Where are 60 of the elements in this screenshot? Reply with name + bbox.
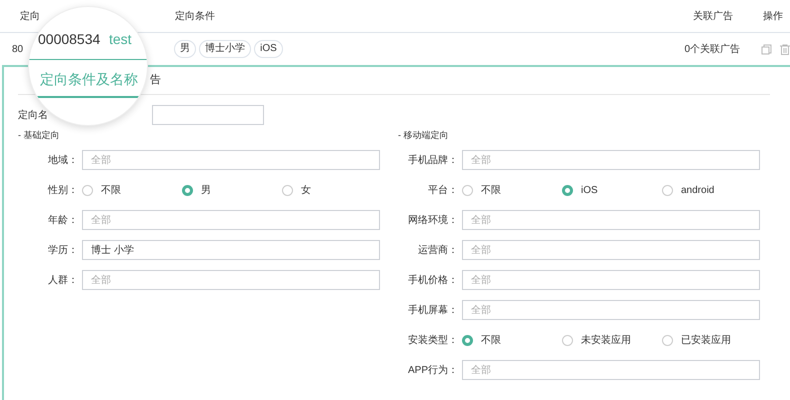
radio-button[interactable] (562, 334, 573, 346)
input-field[interactable]: 全部 (82, 150, 380, 170)
field-label: 手机价格： (407, 274, 458, 288)
table-cell-text: 0个关联广告 (684, 42, 742, 56)
radio-label: 不限 (101, 184, 121, 198)
input-field[interactable]: 全部 (462, 270, 760, 290)
radio-label: 女 (301, 184, 311, 198)
input-field[interactable]: 全部 (462, 210, 760, 230)
input-field[interactable]: 全部 (462, 300, 760, 320)
field-label: 安装类型： (407, 334, 458, 348)
copy-icon[interactable] (761, 44, 772, 54)
field-label: 地域： (47, 154, 78, 168)
radio-label: 不限 (481, 334, 501, 348)
radio-button[interactable] (462, 184, 473, 196)
section-title: - 基础定向 (18, 129, 60, 141)
field-label: 网络环境： (407, 214, 458, 228)
input-field[interactable]: 全部 (462, 240, 760, 260)
input-field[interactable]: 全部 (82, 270, 380, 290)
input-field[interactable]: 博士 小学 (82, 240, 380, 260)
radio-label: android (681, 184, 714, 198)
column-header: 定向 (20, 10, 41, 24)
radio-button[interactable] (462, 334, 473, 346)
field-label: 手机屏幕： (407, 304, 458, 318)
field-label: 人群： (47, 274, 78, 288)
tab[interactable]: 定向条件及名称 (34, 69, 144, 98)
column-header: 关联广告 (693, 10, 734, 24)
tag: iOS (254, 40, 283, 58)
field-label: 定向名 (18, 108, 48, 122)
tag: 男 (174, 40, 196, 58)
input-field[interactable]: 全部 (462, 360, 760, 380)
column-header: 定向条件 (175, 10, 216, 24)
section-title: - 移动端定向 (398, 129, 450, 141)
radio-button[interactable] (82, 184, 93, 196)
field-label: 平台： (427, 184, 458, 198)
tab[interactable]: 告 (150, 72, 161, 89)
radio-button[interactable] (182, 184, 193, 196)
column-header: 操作 (763, 10, 783, 24)
radio-label: 不限 (481, 184, 501, 198)
field-label: 运营商： (417, 244, 458, 258)
radio-button[interactable] (662, 184, 673, 196)
field-label: APP行为： (406, 364, 458, 378)
field-label: 年龄： (47, 214, 78, 228)
input-field[interactable]: 全部 (462, 150, 760, 170)
input-field[interactable] (152, 105, 264, 125)
radio-label: iOS (581, 184, 598, 198)
radio-label: 男 (201, 184, 211, 198)
field-label: 性别： (46, 184, 78, 198)
trash-icon[interactable] (780, 44, 790, 54)
table-cell-text: 80 (12, 42, 24, 56)
tag: 博士小学 (199, 40, 252, 58)
name-link[interactable]: test (109, 29, 132, 50)
radio-label: 未安装应用 (581, 334, 631, 348)
radio-button[interactable] (282, 184, 293, 196)
input-field[interactable]: 全部 (82, 210, 380, 230)
radio-button[interactable] (562, 184, 573, 196)
field-label: 手机品牌： (407, 154, 458, 168)
field-label: 学历： (47, 244, 78, 258)
radio-label: 已安装应用 (681, 334, 731, 348)
radio-button[interactable] (662, 334, 673, 346)
id-text: 00008534 (38, 30, 100, 49)
